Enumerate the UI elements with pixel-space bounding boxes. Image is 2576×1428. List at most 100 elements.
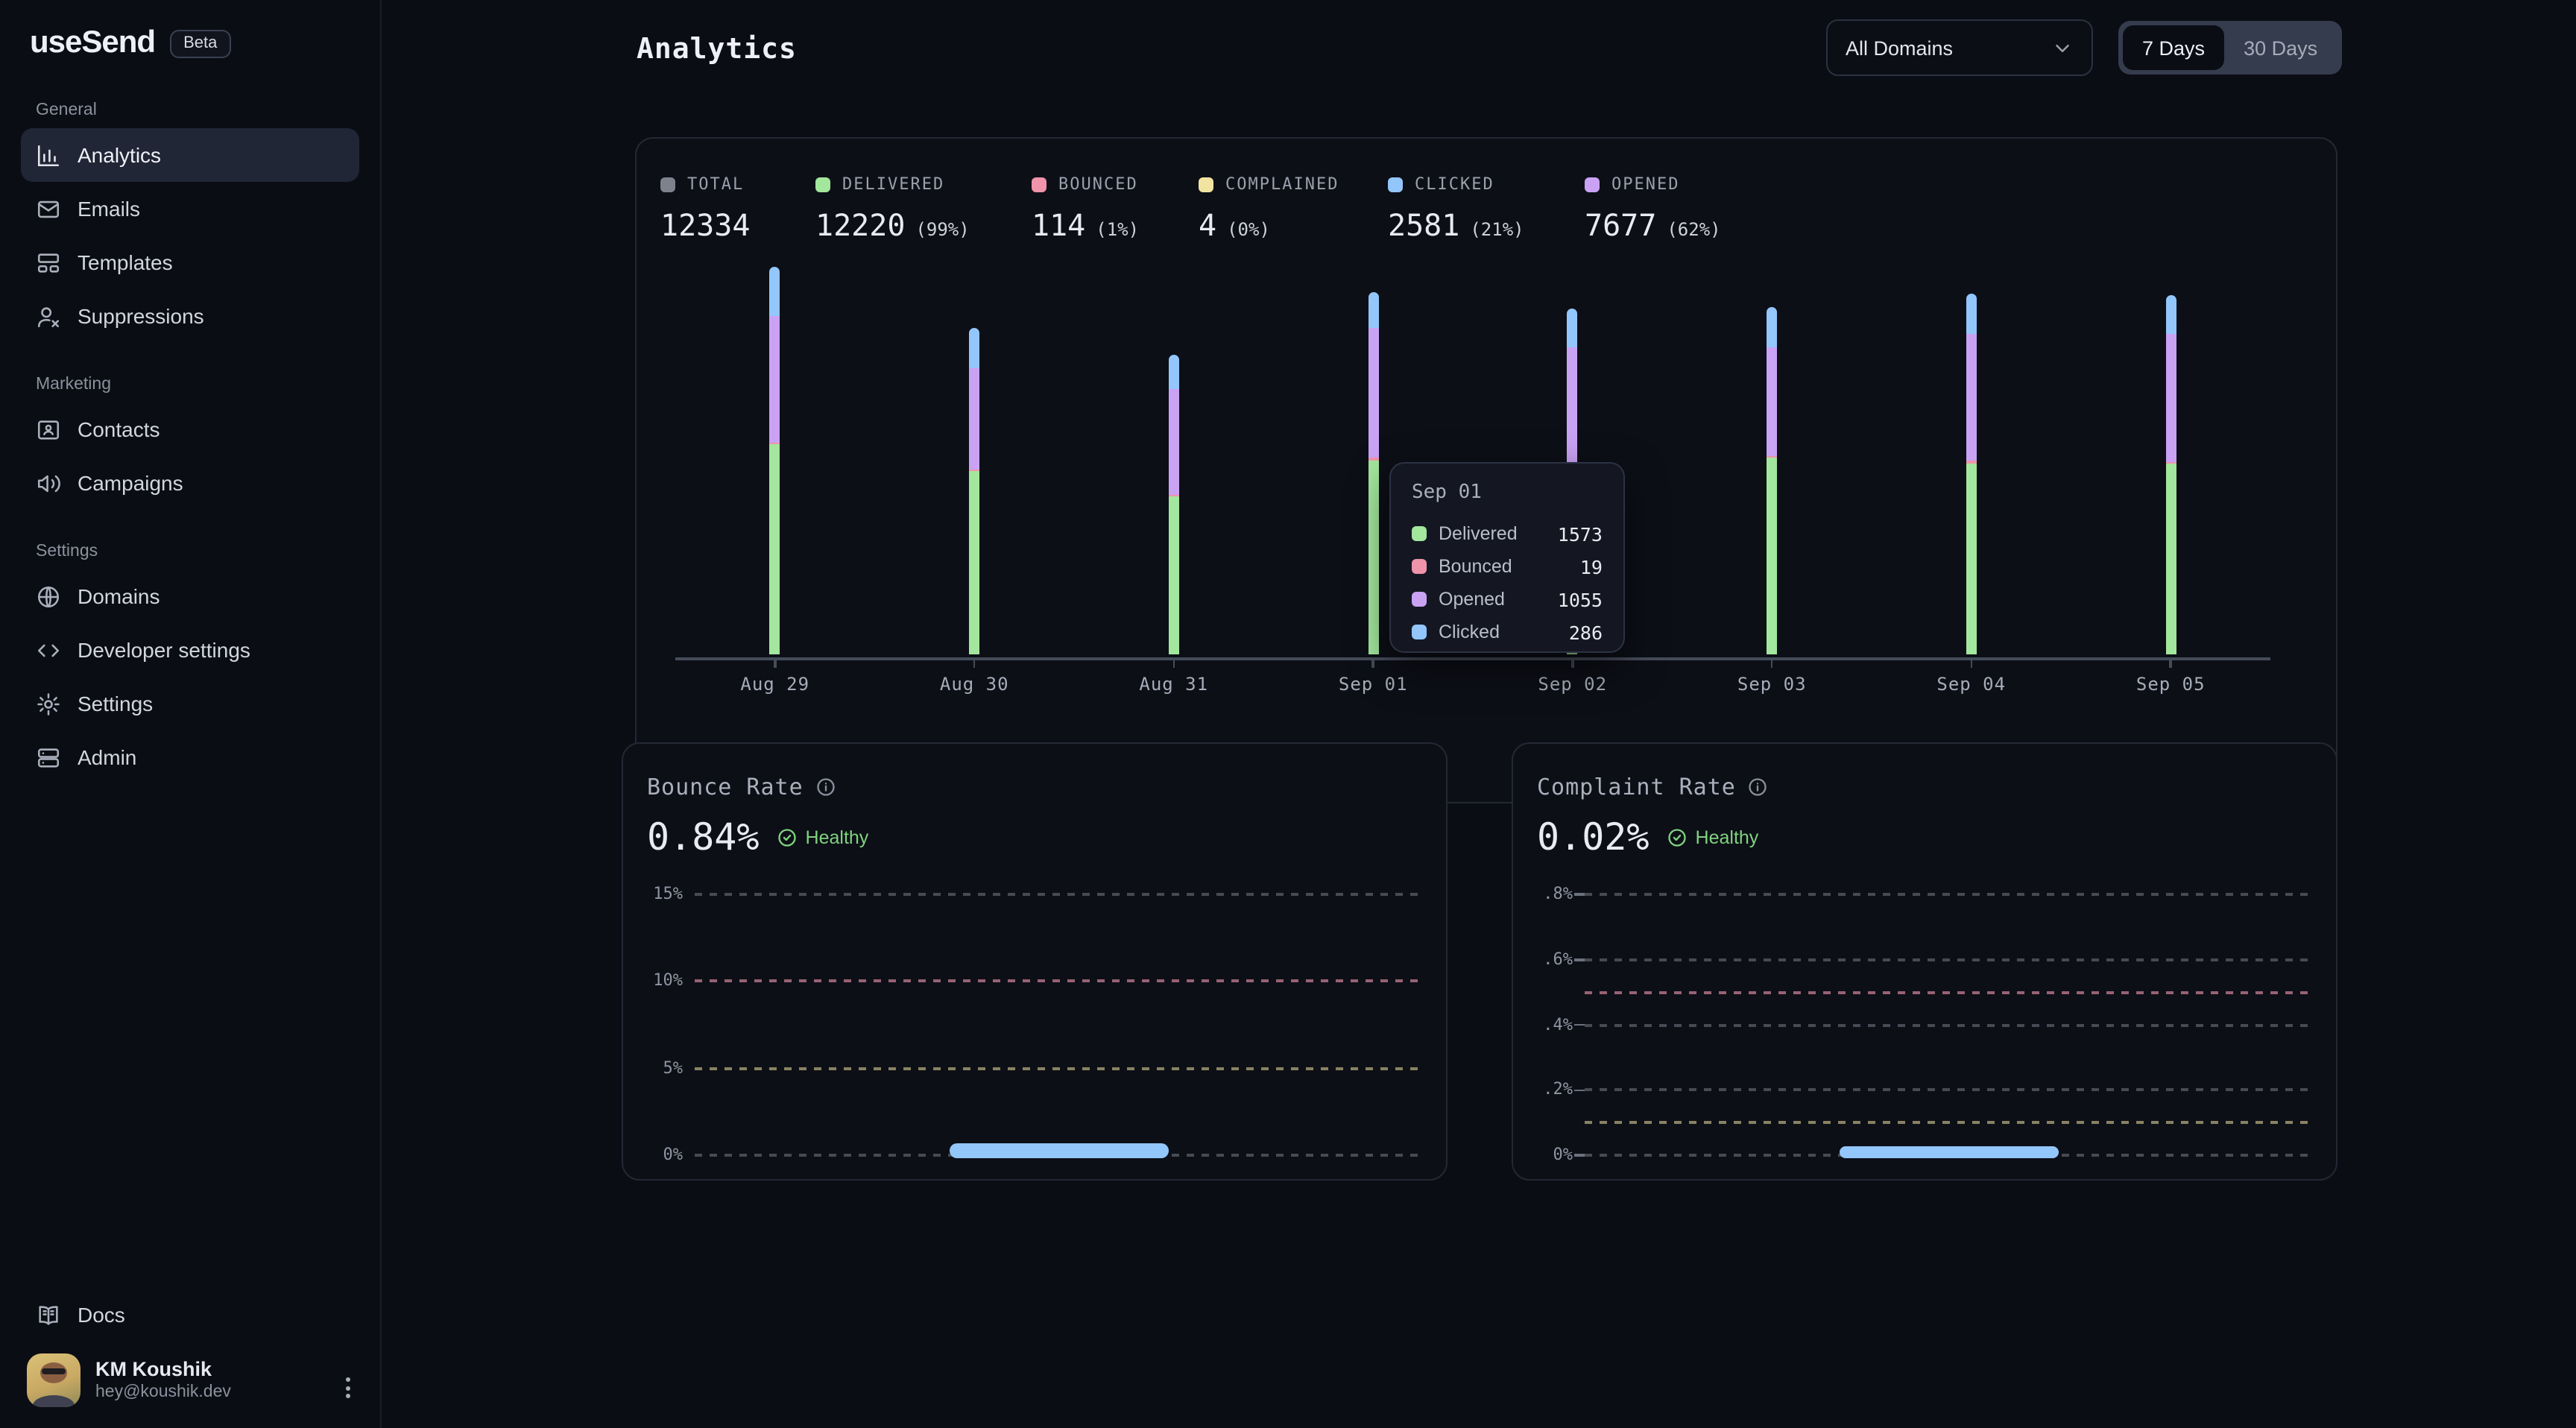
sidebar-item-emails[interactable]: Emails <box>21 182 359 236</box>
y-axis-tick <box>1574 1089 1585 1091</box>
analytics-card: TOTAL 12334 DELIVERED 12220(99%) BOUNCED… <box>635 137 2337 803</box>
page-title: Analytics <box>637 33 797 66</box>
main-content: Analytics All Domains 7 Days 30 Days TOT… <box>382 0 2576 1428</box>
sidebar-item-campaigns[interactable]: Campaigns <box>21 456 359 510</box>
x-axis-tick <box>1172 660 1175 668</box>
avatar <box>27 1353 80 1407</box>
sidebar-item-analytics[interactable]: Analytics <box>21 128 359 182</box>
sidebar-item-label: Suppressions <box>78 304 204 328</box>
sidebar-item-label: Admin <box>78 745 136 769</box>
complaint-rate-chart[interactable]: .8%.6%.4%.2%0% <box>1513 744 2336 1179</box>
x-axis-tick <box>2170 660 2172 668</box>
sidebar-item-settings[interactable]: Settings <box>21 677 359 730</box>
sidebar-item-suppressions[interactable]: Suppressions <box>21 289 359 343</box>
sidebar-item-admin[interactable]: Admin <box>21 730 359 784</box>
sidebar-item-label: Settings <box>78 692 153 715</box>
chart-tooltip: Sep 01 Delivered 1573 Bounced 19 Opened … <box>1389 462 1625 653</box>
y-axis-label: 0% <box>1513 1145 1573 1164</box>
sidebar-item-developer-settings[interactable]: Developer settings <box>21 623 359 677</box>
user-menu[interactable]: KM Koushik hey@koushik.dev <box>21 1342 359 1428</box>
rate-bar[interactable] <box>1840 1146 2058 1158</box>
y-axis-tick <box>1574 894 1585 896</box>
x-axis-tick <box>774 660 776 668</box>
gear-icon <box>36 691 61 716</box>
sidebar-item-label: Contacts <box>78 417 160 441</box>
tooltip-row-clicked: Clicked 286 <box>1412 616 1603 648</box>
gridline-.6% <box>1585 958 2314 961</box>
gridline-10% <box>695 980 1424 983</box>
user-name: KM Koushik <box>95 1356 231 1382</box>
usesend-app: useSend Beta General Analytics Emails Te… <box>0 0 2576 1428</box>
x-axis-label: Sep 02 <box>1506 674 1640 695</box>
tooltip-row-bounced: Bounced 19 <box>1412 550 1603 583</box>
gridline-.8% <box>1585 893 2314 896</box>
tooltip-row-opened: Opened 1055 <box>1412 583 1603 616</box>
rate-bar[interactable] <box>950 1143 1168 1158</box>
contact-card-icon <box>36 417 61 442</box>
user-email: hey@koushik.dev <box>95 1382 231 1404</box>
x-axis-label: Sep 04 <box>1904 674 2039 695</box>
y-axis-label: 15% <box>623 884 683 903</box>
stacked-bar-aug-31[interactable] <box>1169 355 1179 654</box>
x-axis-label: Sep 01 <box>1306 674 1440 695</box>
sidebar-item-contacts[interactable]: Contacts <box>21 402 359 456</box>
user-menu-kebab-icon[interactable] <box>340 1371 356 1404</box>
threshold-line <box>1585 991 2314 993</box>
code-icon <box>36 637 61 663</box>
stacked-bar-sep-03[interactable] <box>1767 306 1777 654</box>
globe-icon <box>36 584 61 609</box>
x-axis-tick <box>973 660 976 668</box>
gridline-.4% <box>1585 1023 2314 1026</box>
user-info: KM Koushik hey@koushik.dev <box>95 1356 231 1404</box>
stacked-bar-sep-04[interactable] <box>1966 293 1977 654</box>
stacked-bar-sep-01[interactable] <box>1368 292 1378 654</box>
stacked-bar-sep-05[interactable] <box>2165 295 2176 654</box>
sidebar-item-label: Docs <box>78 1303 125 1327</box>
brand: useSend Beta <box>21 21 359 66</box>
sidebar: useSend Beta General Analytics Emails Te… <box>0 0 382 1428</box>
y-axis-label: 10% <box>623 971 683 991</box>
sidebar-footer: Docs KM Koushik hey@koushik.dev <box>21 1288 359 1428</box>
y-axis-label: .4% <box>1513 1014 1573 1034</box>
section-label-settings: Settings <box>36 543 359 560</box>
y-axis-label: .6% <box>1513 950 1573 969</box>
sidebar-item-docs[interactable]: Docs <box>21 1288 359 1342</box>
template-icon <box>36 250 61 275</box>
user-x-icon <box>36 303 61 329</box>
sidebar-item-domains[interactable]: Domains <box>21 569 359 623</box>
x-axis-tick <box>1571 660 1573 668</box>
domain-filter-select[interactable]: All Domains <box>1826 19 2093 76</box>
x-axis-label: Sep 05 <box>2103 674 2238 695</box>
y-axis-tick <box>1574 1154 1585 1157</box>
tooltip-row-delivered: Delivered 1573 <box>1412 517 1603 550</box>
y-axis-tick <box>1574 958 1585 961</box>
tooltip-date: Sep 01 <box>1412 481 1603 504</box>
clicked-swatch <box>1412 625 1427 639</box>
stacked-bar-aug-29[interactable] <box>770 268 780 654</box>
x-axis-label: Aug 31 <box>1107 674 1241 695</box>
range-7-days-button[interactable]: 7 Days <box>2123 25 2224 70</box>
server-icon <box>36 745 61 770</box>
range-30-days-button[interactable]: 30 Days <box>2224 25 2337 70</box>
x-axis-label: Aug 30 <box>907 674 1041 695</box>
y-axis-label: .8% <box>1513 884 1573 903</box>
x-axis-label: Aug 29 <box>708 674 842 695</box>
bounced-swatch <box>1412 559 1427 574</box>
section-label-marketing: Marketing <box>36 376 359 394</box>
mail-icon <box>36 196 61 221</box>
date-range-toggle: 7 Days 30 Days <box>2118 21 2341 75</box>
bar-chart-icon <box>36 142 61 168</box>
chevron-down-icon <box>2051 37 2074 59</box>
complaint-rate-card: Complaint Rate 0.02% Healthy .8%.6%.4%.2… <box>1512 742 2337 1181</box>
sidebar-item-label: Analytics <box>78 143 161 167</box>
gridline-15% <box>695 893 1424 896</box>
bounce-rate-chart[interactable]: 15%10%5%0% <box>623 744 1446 1179</box>
sidebar-item-templates[interactable]: Templates <box>21 236 359 289</box>
stacked-bar-aug-30[interactable] <box>969 328 979 654</box>
delivered-swatch <box>1412 526 1427 541</box>
sidebar-item-label: Domains <box>78 584 160 608</box>
beta-badge: Beta <box>170 29 230 57</box>
y-axis-label: 5% <box>623 1058 683 1077</box>
sidebar-item-label: Developer settings <box>78 638 250 662</box>
sidebar-item-label: Campaigns <box>78 471 183 495</box>
